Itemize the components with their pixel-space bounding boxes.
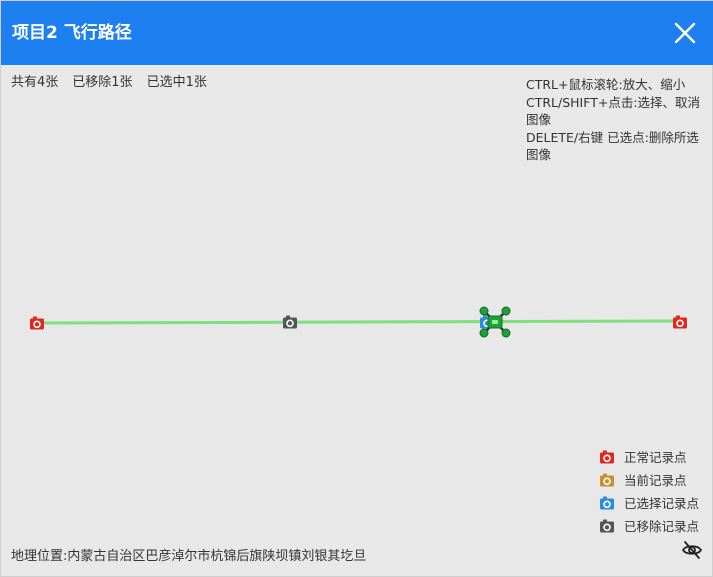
legend-item-normal: 正常记录点 [599,445,699,468]
eye-off-icon [681,541,703,559]
camera-icon [600,496,614,509]
camera-icon [600,473,614,486]
record-point[interactable] [30,316,44,330]
camera-icon [600,519,614,532]
legend-label: 已移除记录点 [624,519,700,534]
record-point-removed[interactable] [283,315,297,329]
legend-item-current: 当前记录点 [599,468,699,491]
legend-label: 正常记录点 [624,450,687,465]
flight-path-line [36,319,682,325]
camera-icon [600,450,614,463]
flight-path-dialog: 项目2 飞行路径 共有4张 已移除1张 已选中1张 CTRL+鼠标滚轮:放大、缩小 … [0,0,713,577]
record-point[interactable] [673,315,687,329]
close-icon [674,22,696,44]
close-button[interactable] [669,17,701,49]
geo-location: 地理位置:内蒙古自治区巴彦淖尔市杭锦后旗陕坝镇刘银其圪旦 [11,549,367,564]
legend-item-selected: 已选择记录点 [599,491,699,514]
legend-item-removed: 已移除记录点 [599,514,699,537]
dialog-title: 项目2 飞行路径 [12,23,132,43]
legend-label: 当前记录点 [624,473,687,488]
dialog-titlebar: 项目2 飞行路径 [1,1,713,65]
legend: 正常记录点 当前记录点 已选择记录点 已移除记录点 [599,445,699,537]
toggle-visibility-button[interactable] [681,539,703,561]
legend-label: 已选择记录点 [624,496,700,511]
